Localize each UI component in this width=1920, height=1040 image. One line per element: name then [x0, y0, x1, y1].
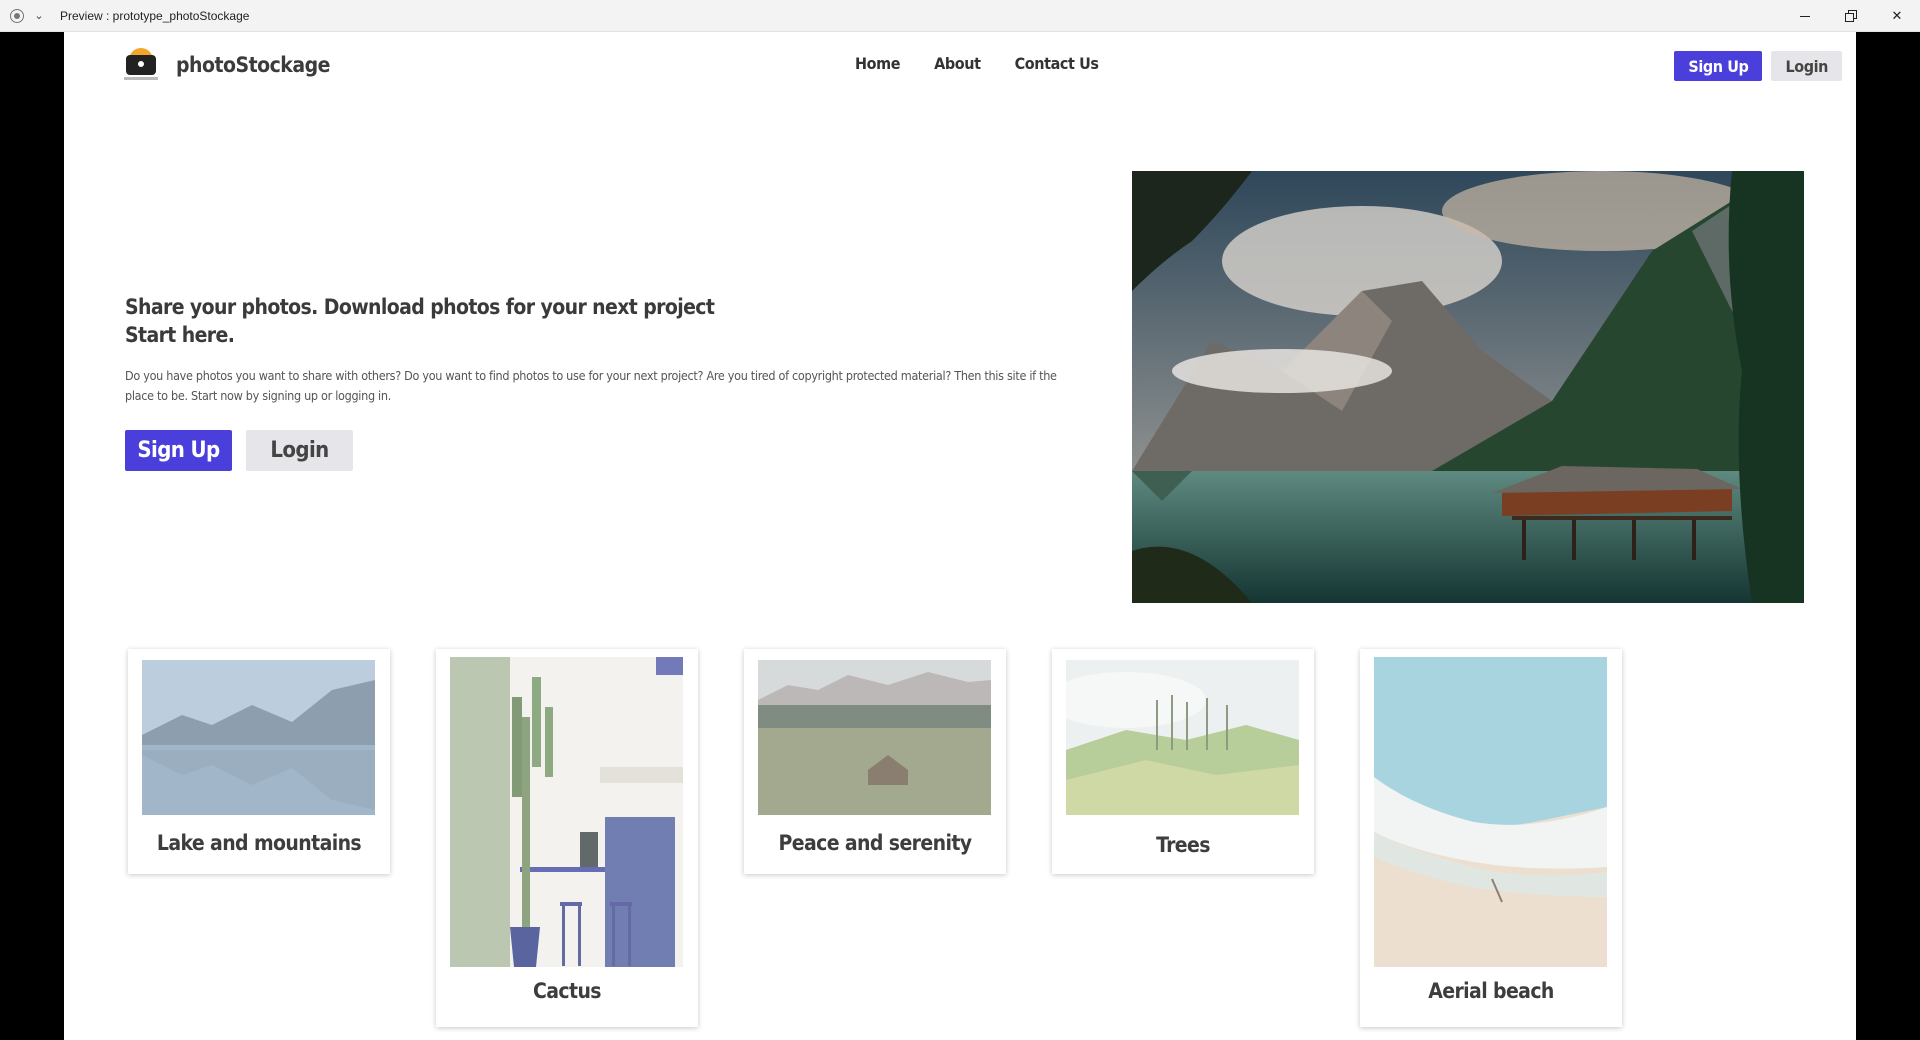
- nav-links: Home About Contact Us: [855, 54, 1099, 73]
- lake-mountains-photo: [142, 660, 375, 815]
- minimize-button[interactable]: [1782, 0, 1828, 32]
- hero-image: [1132, 171, 1804, 603]
- page: photoStockage Home About Contact Us Sign…: [64, 32, 1856, 1040]
- chevron-down-icon[interactable]: ⌄: [32, 9, 46, 22]
- aerial-beach-photo: [1374, 657, 1607, 967]
- navbar: photoStockage Home About Contact Us Sign…: [64, 32, 1856, 102]
- window-title: Preview : prototype_photoStockage: [60, 8, 250, 23]
- gallery-card[interactable]: Aerial beach: [1360, 649, 1622, 1027]
- record-icon[interactable]: [10, 8, 24, 23]
- nav-link-contact[interactable]: Contact Us: [1015, 54, 1099, 73]
- brand[interactable]: photoStockage: [124, 46, 330, 84]
- nav-login-button[interactable]: Login: [1771, 51, 1842, 81]
- window-titlebar: ⌄ Preview : prototype_photoStockage ✕: [0, 0, 1920, 32]
- hero-heading-line1: Share your photos. Download photos for y…: [125, 295, 715, 319]
- close-button[interactable]: ✕: [1874, 0, 1920, 32]
- gallery-card[interactable]: Peace and serenity: [744, 649, 1006, 874]
- gallery-card[interactable]: Cactus: [436, 649, 698, 1027]
- gallery-caption: Cactus: [533, 979, 602, 1003]
- trees-photo: [1066, 660, 1299, 815]
- hero-actions: Sign Up Login: [125, 430, 1085, 471]
- gallery-caption: Peace and serenity: [778, 831, 973, 855]
- restore-button[interactable]: [1828, 0, 1874, 32]
- hero-signup-button[interactable]: Sign Up: [125, 430, 232, 471]
- gallery-caption: Lake and mountains: [156, 831, 362, 855]
- hero-login-button[interactable]: Login: [246, 430, 353, 471]
- gallery-caption: Aerial beach: [1428, 979, 1554, 1003]
- nav-link-about[interactable]: About: [934, 54, 981, 73]
- camera-logo-icon: [124, 46, 158, 84]
- gallery-card[interactable]: Trees: [1052, 649, 1314, 874]
- hero-heading-line2: Start here.: [125, 323, 235, 347]
- brand-name: photoStockage: [176, 53, 330, 77]
- nav-actions: Sign Up Login: [1674, 51, 1842, 81]
- cactus-photo: [450, 657, 683, 967]
- hero-heading: Share your photos. Download photos for y…: [125, 293, 1085, 349]
- hero-description: Do you have photos you want to share wit…: [125, 368, 1057, 403]
- mountain-lake-photo: [1132, 171, 1804, 603]
- nav-signup-button[interactable]: Sign Up: [1674, 51, 1763, 81]
- peace-serenity-photo: [758, 660, 991, 815]
- nav-link-home[interactable]: Home: [855, 54, 901, 73]
- gallery-card[interactable]: Lake and mountains: [128, 649, 390, 874]
- gallery-caption: Trees: [1156, 833, 1210, 857]
- hero: Share your photos. Download photos for y…: [125, 293, 1085, 471]
